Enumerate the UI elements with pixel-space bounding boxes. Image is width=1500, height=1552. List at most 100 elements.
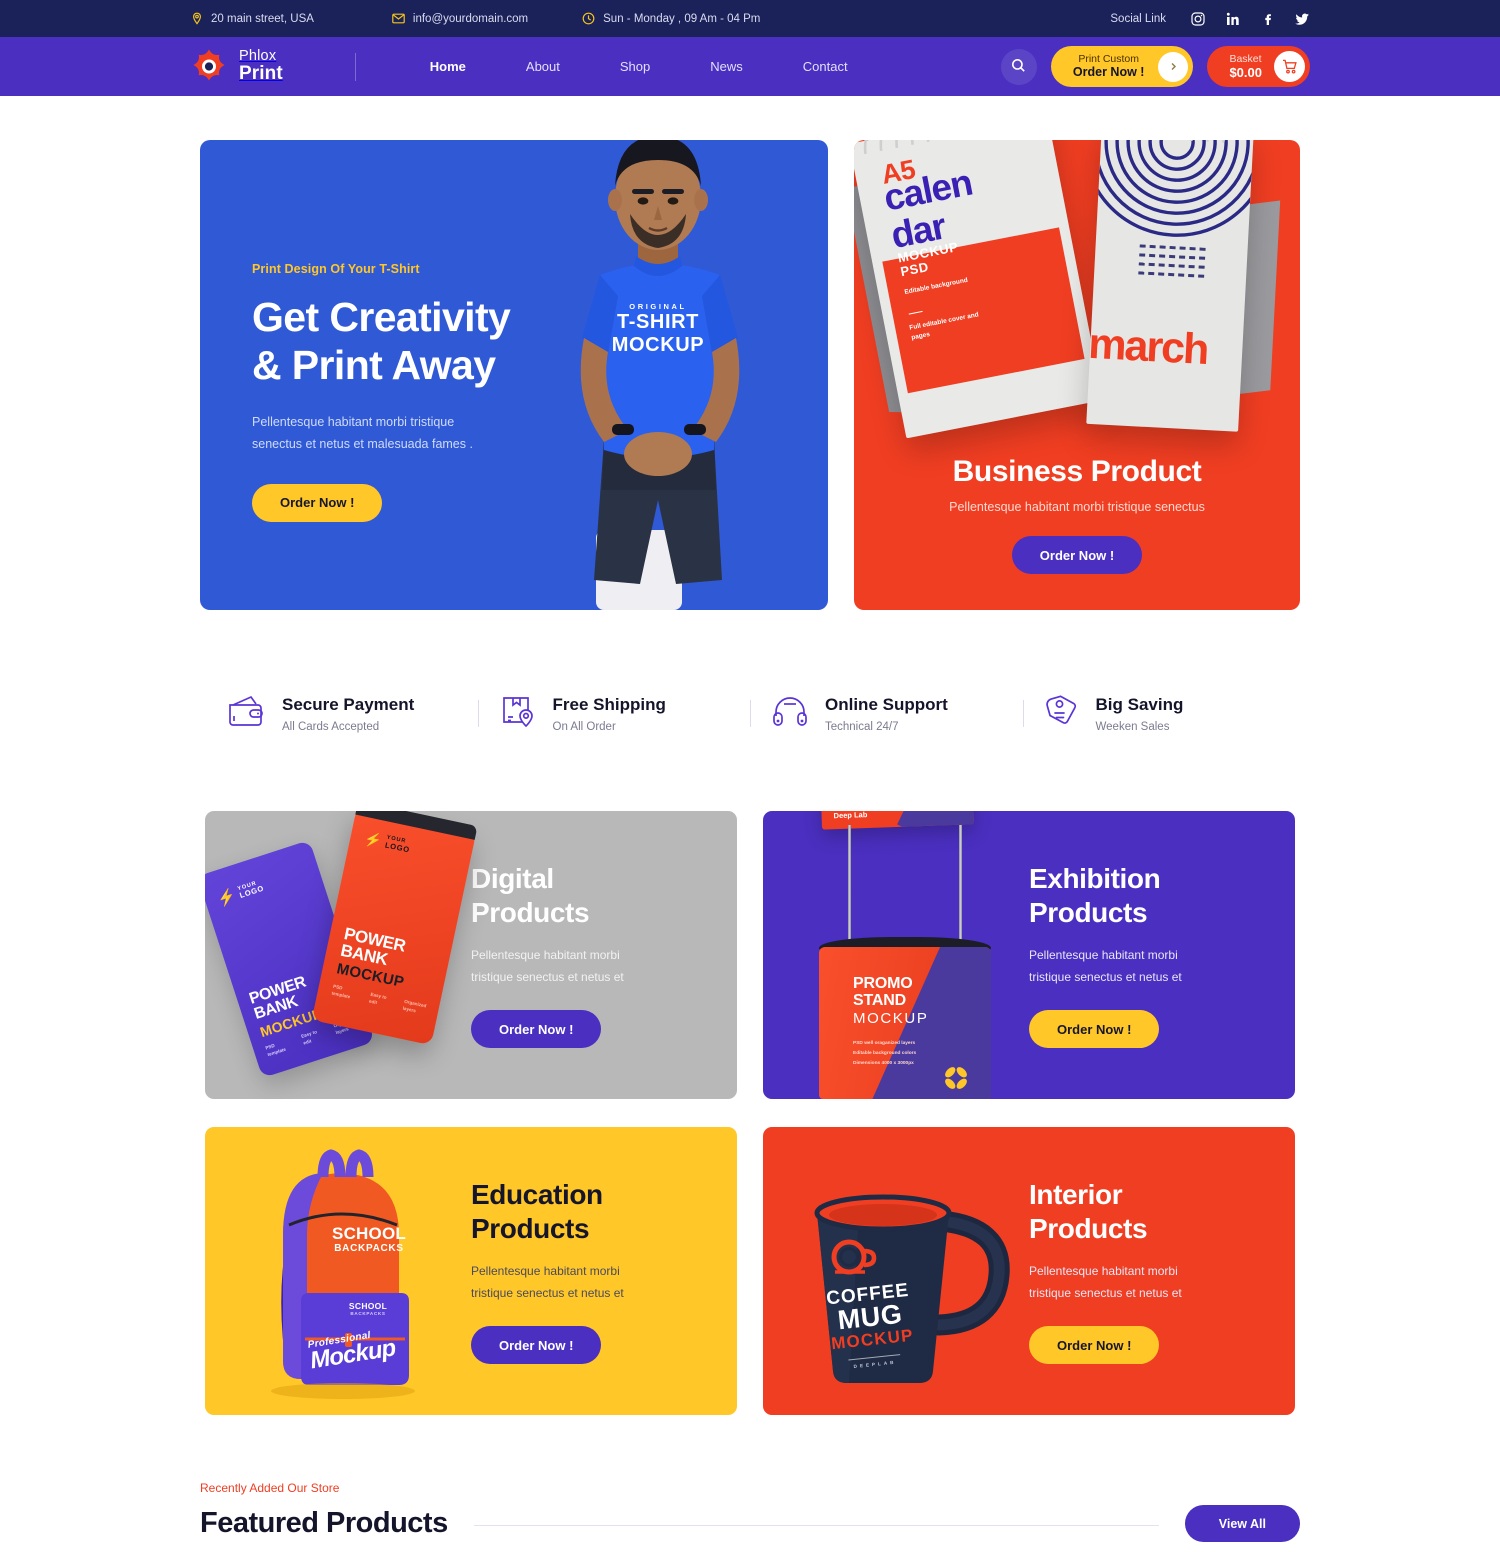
backpack-l2: BACKPACKS — [334, 1242, 404, 1254]
exhibition-products-order-button[interactable]: Order Now ! — [1029, 1010, 1160, 1049]
top-info-bar: 20 main street, USA info@yourdomain.com — [0, 0, 1500, 37]
business-product-title: Business Product — [952, 455, 1202, 488]
hero-paragraph: Pellentesque habitant morbi tristique se… — [252, 414, 473, 451]
tshirt-print-group: ORIGINAL T-SHIRT MOCKUP — [560, 302, 756, 357]
hero-title-line-1: Get Creativity — [252, 294, 511, 340]
linkedin-icon[interactable] — [1225, 11, 1240, 26]
business-product-order-button[interactable]: Order Now ! — [1011, 536, 1143, 574]
product-card-title: Exhibition Products — [1029, 862, 1265, 930]
tshirt-print-line1: ORIGINAL — [629, 302, 687, 311]
search-button[interactable] — [1000, 48, 1037, 85]
education-products-order-button[interactable]: Order Now ! — [471, 1326, 602, 1365]
navbar-actions: Print Custom Order Now ! Basket $0.00 — [1000, 46, 1310, 87]
school-backpack-mockup-image: SCHOOL BACKPACKS SCHOOL BACKPACKS Profes… — [205, 1127, 471, 1415]
backpack-pocket-print: SCHOOL BACKPACKS — [325, 1301, 411, 1316]
product-card-title-line-2: Products — [471, 1212, 590, 1244]
digital-products-order-button[interactable]: Order Now ! — [471, 1010, 602, 1049]
headphones-icon — [772, 695, 808, 732]
brand-text: Phlox Print — [239, 49, 283, 83]
search-icon — [1011, 58, 1026, 76]
shopping-cart-icon — [1274, 51, 1305, 82]
feature-free-shipping: Free Shipping On All Order — [477, 694, 751, 733]
calendar-b: march — [1086, 140, 1281, 432]
product-card-digital[interactable]: ⚡ YOUR LOGO POWER BANK MOCKUP PSD templa… — [205, 811, 737, 1099]
basket-button[interactable]: Basket $0.00 — [1207, 46, 1310, 87]
envelope-icon — [392, 12, 405, 25]
feature-big-saving-text: Big Saving Weeken Sales — [1096, 694, 1184, 732]
nav-item-about[interactable]: About — [496, 59, 590, 74]
product-card-subtitle: Pellentesque habitant morbi tristique se… — [471, 1263, 624, 1301]
promo-banner-line3: Deep Lab — [833, 811, 868, 821]
feature-subtitle: Weeken Sales — [1095, 720, 1170, 733]
topbar-hours: Sun - Monday , 09 Am - 04 Pm — [582, 12, 760, 25]
power-bank-mockup-image: ⚡ YOUR LOGO POWER BANK MOCKUP PSD templa… — [205, 811, 478, 1099]
brand-logo[interactable]: Phlox Print — [190, 48, 283, 86]
calendar-a: A5 calen dar MOCKUP PSD Editable backgro… — [854, 140, 1103, 439]
brand-line-1: Phlox — [239, 48, 277, 65]
feature-title: Free Shipping — [552, 695, 666, 715]
clock-icon — [582, 12, 595, 25]
nav-item-news[interactable]: News — [680, 59, 773, 74]
coffee-mug-mockup-image: COFFEE MUG MOCKUP DEEPLAB — [763, 1127, 1029, 1415]
product-card-digital-copy: Digital Products Pellentesque habitant m… — [471, 811, 737, 1099]
hero-business-card: A5 calen dar MOCKUP PSD Editable backgro… — [854, 140, 1300, 610]
powerbank-red-meta-3: Organized layers — [402, 998, 427, 1014]
nav-item-shop[interactable]: Shop — [590, 59, 680, 74]
powerbank-red-meta-2: Easy to edit — [368, 991, 388, 1005]
twitter-icon[interactable] — [1295, 11, 1310, 26]
product-card-title-line-2: Products — [1029, 896, 1148, 928]
phlox-star-logo-icon — [190, 48, 228, 86]
feature-online-support: Online Support Technical 24/7 — [750, 694, 1023, 733]
product-card-education-copy: Education Products Pellentesque habitant… — [471, 1127, 737, 1415]
hero-eyebrow: Print Design Of Your T-Shirt — [252, 262, 420, 276]
promo-stand-l2: STAND — [853, 992, 906, 1009]
product-card-title-line-1: Exhibition — [1029, 862, 1161, 894]
nav-divider — [354, 52, 356, 81]
feature-subtitle: All Cards Accepted — [282, 720, 380, 733]
product-card-row-2: SCHOOL BACKPACKS SCHOOL BACKPACKS Profes… — [205, 1127, 1295, 1415]
backpack-l1: SCHOOL — [332, 1224, 406, 1243]
powerbank-red-meta-1: PSD template — [331, 983, 351, 1000]
feature-subtitle: On All Order — [552, 720, 616, 733]
instagram-icon[interactable] — [1190, 11, 1205, 26]
promo-stand-mockup-image: PROMO STAND MOCKUP Deep Lab — [763, 811, 1029, 1099]
basket-label: Basket — [1229, 52, 1262, 65]
topbar-contact-group: 20 main street, USA info@yourdomain.com — [190, 12, 1110, 25]
basket-labels: Basket $0.00 — [1229, 53, 1262, 81]
facebook-icon[interactable] — [1260, 11, 1275, 26]
product-card-subtitle: Pellentesque habitant morbi tristique se… — [1029, 1263, 1182, 1301]
powerbank-meta-1: PSD template — [264, 1042, 287, 1058]
hero-right-copy: Business Product Pellentesque habitant m… — [854, 455, 1300, 574]
nav-item-contact[interactable]: Contact — [773, 59, 878, 74]
view-all-button[interactable]: View All — [1184, 1505, 1300, 1542]
topbar-hours-text: Sun - Monday , 09 Am - 04 Pm — [603, 12, 761, 25]
product-card-title: Education Products — [471, 1178, 707, 1246]
product-card-subtitle: Pellentesque habitant morbi tristique se… — [1029, 947, 1182, 985]
calendar-mockup-image: A5 calen dar MOCKUP PSD Editable backgro… — [854, 140, 1300, 470]
feature-title: Secure Payment — [282, 695, 415, 715]
feature-title: Online Support — [825, 695, 948, 715]
feature-title: Big Saving — [1095, 695, 1184, 715]
main-navbar: Phlox Print Home About Shop News Contact — [0, 37, 1500, 96]
feature-online-support-text: Online Support Technical 24/7 — [825, 694, 948, 732]
featured-eyebrow: Recently Added Our Store — [200, 1481, 340, 1495]
brand-line-2: Print — [239, 63, 283, 85]
product-card-interior-copy: Interior Products Pellentesque habitant … — [1029, 1127, 1295, 1415]
product-card-education[interactable]: SCHOOL BACKPACKS SCHOOL BACKPACKS Profes… — [205, 1127, 737, 1415]
primary-nav-menu: Home About Shop News Contact — [400, 59, 878, 74]
interior-products-order-button[interactable]: Order Now ! — [1029, 1326, 1160, 1365]
topbar-address-text: 20 main street, USA — [211, 12, 314, 25]
print-custom-order-button[interactable]: Print Custom Order Now ! — [1050, 46, 1194, 87]
product-card-exhibition[interactable]: PROMO STAND MOCKUP Deep Lab — [763, 811, 1295, 1099]
hero-title-line-2: & Print Away — [252, 341, 496, 388]
nav-item-home[interactable]: Home — [400, 59, 496, 74]
product-card-interior[interactable]: COFFEE MUG MOCKUP DEEPLAB Interior Produ… — [763, 1127, 1295, 1415]
promo-stand-meta-1: PSD well oraganized layers — [853, 1041, 916, 1046]
featured-divider-line — [473, 1525, 1159, 1526]
feature-secure-payment-text: Secure Payment All Cards Accepted — [282, 694, 414, 732]
hero-left-copy: Print Design Of Your T-Shirt Get Creativ… — [252, 262, 552, 522]
product-card-title: Digital Products — [471, 862, 707, 930]
tshirt-print-line2: T-SHIRT — [617, 311, 699, 333]
hero-order-now-button[interactable]: Order Now ! — [252, 483, 383, 522]
topbar-email[interactable]: info@yourdomain.com — [392, 12, 528, 25]
